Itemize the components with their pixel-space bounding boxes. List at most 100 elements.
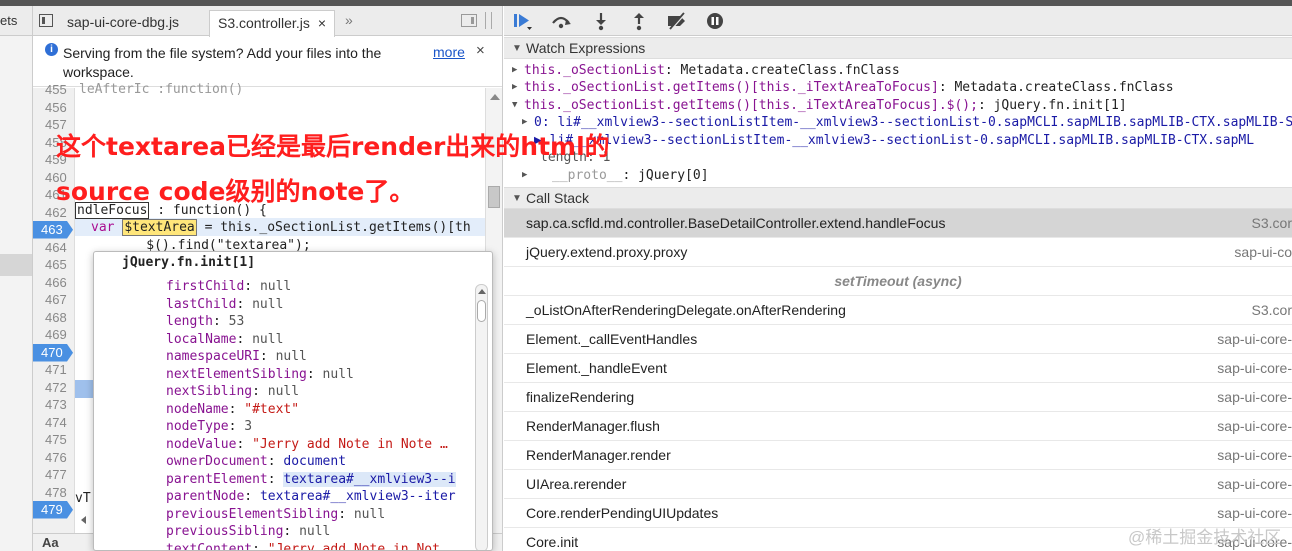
frame-location[interactable]: S3.cor <box>1252 296 1292 325</box>
close-icon[interactable]: × <box>318 15 326 31</box>
separator: : <box>664 63 681 78</box>
close-icon[interactable]: × <box>476 42 485 59</box>
call-frame[interactable]: Element._handleEvent sap-ui-core- <box>504 354 1292 383</box>
line-number[interactable]: 475 <box>33 431 73 449</box>
line-number[interactable]: 478 <box>33 484 73 502</box>
expand-arrow-icon[interactable]: ▶ <box>512 62 517 80</box>
step-into-icon[interactable] <box>590 11 612 31</box>
line-number[interactable]: 456 <box>33 99 73 117</box>
frame-function: UIArea.rerender <box>526 476 627 492</box>
line-number[interactable]: 466 <box>33 274 73 292</box>
call-frame[interactable]: RenderManager.flush sap-ui-core- <box>504 412 1292 441</box>
line-number[interactable]: 468 <box>33 309 73 327</box>
call-frame[interactable]: RenderManager.render sap-ui-core- <box>504 441 1292 470</box>
separator: : <box>228 419 245 434</box>
property-row[interactable]: textContent: "Jerry add Note in Not… <box>166 541 472 551</box>
call-frame[interactable]: sap.ca.scfld.md.controller.BaseDetailCon… <box>504 209 1292 238</box>
step-over-icon[interactable] <box>550 11 572 31</box>
frame-location[interactable]: sap-ui-core- <box>1217 412 1292 441</box>
resume-icon[interactable] <box>512 11 534 31</box>
watch-row[interactable]: ▶ this._oSectionList: Metadata.createClas… <box>504 62 1292 80</box>
separator: : <box>977 98 994 113</box>
property-row[interactable]: nodeValue: "Jerry add Note in Note … <box>166 436 472 454</box>
navigator-tab[interactable]: ets <box>0 6 32 36</box>
deactivate-breakpoints-icon[interactable] <box>666 11 688 31</box>
property-row[interactable]: previousSibling: null <box>166 523 472 541</box>
line-number[interactable]: 469 <box>33 326 73 344</box>
frame-location[interactable]: sap-ui-core- <box>1217 383 1292 412</box>
line-number[interactable]: 471 <box>33 361 73 379</box>
property-row[interactable]: nextElementSibling: null <box>166 366 472 384</box>
watch-child-row[interactable]: length: 1 <box>504 149 1292 167</box>
property-row[interactable]: ▶parentElement: textarea#__xmlview3--i <box>166 471 472 489</box>
tab-overflow-icon[interactable]: » <box>345 12 353 28</box>
property-value: null <box>275 349 307 364</box>
line-number[interactable]: 455 <box>33 81 73 99</box>
watch-child-row[interactable]: ▶ li#__xmlview3--sectionListItem-__xmlvi… <box>504 132 1292 150</box>
frame-location[interactable]: sap-ui-core- <box>1217 470 1292 499</box>
expand-arrow-icon[interactable]: ▶ <box>512 79 517 97</box>
pause-on-exceptions-icon[interactable] <box>704 11 726 31</box>
line-number[interactable]: 473 <box>33 396 73 414</box>
navigator-selected-row[interactable] <box>0 254 32 276</box>
font-toggle-button[interactable]: Aa <box>42 535 59 550</box>
line-number[interactable]: 465 <box>33 256 73 274</box>
property-value: "Jerry add Note in Not… <box>267 541 448 551</box>
property-row[interactable]: localName: null <box>166 331 472 349</box>
watch-child-row[interactable]: ▶ 0: li#__xmlview3--sectionListItem-__xml… <box>504 114 1292 132</box>
property-row[interactable]: nodeType: 3 <box>166 418 472 436</box>
line-number[interactable]: 467 <box>33 291 73 309</box>
call-frame[interactable]: _oListOnAfterRenderingDelegate.onAfterRe… <box>504 296 1292 325</box>
property-row[interactable]: namespaceURI: null <box>166 348 472 366</box>
frame-function: jQuery.extend.proxy.proxy <box>526 244 688 260</box>
more-link[interactable]: more <box>433 44 465 60</box>
frame-location[interactable]: sap-ui-core- <box>1217 325 1292 354</box>
breakpoint-line-number[interactable]: 463 <box>33 221 73 239</box>
call-stack-header[interactable]: ▼ Call Stack <box>504 187 1292 209</box>
code-line-455[interactable]: leAfterIc :function() <box>79 81 243 99</box>
property-row[interactable]: previousElementSibling: null <box>166 506 472 524</box>
property-row[interactable]: length: 53 <box>166 313 472 331</box>
line-number[interactable]: 477 <box>33 466 73 484</box>
call-frame[interactable]: Element._callEventHandles sap-ui-core- <box>504 325 1292 354</box>
property-row[interactable]: ▶parentNode: textarea#__xmlview3--iter <box>166 488 472 506</box>
line-number[interactable]: 474 <box>33 414 73 432</box>
property-row[interactable]: nextSibling: null <box>166 383 472 401</box>
property-row[interactable]: ▶ownerDocument: document <box>166 453 472 471</box>
call-frame[interactable]: jQuery.extend.proxy.proxy sap-ui-co <box>504 238 1292 267</box>
property-row[interactable]: firstChild: null <box>166 278 472 296</box>
frame-location[interactable]: sap-ui-core- <box>1217 441 1292 470</box>
watch-expressions-header[interactable]: ▼ Watch Expressions <box>504 37 1292 59</box>
property-row[interactable]: nodeName: "#text" <box>166 401 472 419</box>
property-value: null <box>299 524 331 539</box>
scroll-thumb[interactable] <box>477 300 486 322</box>
property-row[interactable]: lastChild: null <box>166 296 472 314</box>
breakpoint-line-number[interactable]: 470 <box>33 344 73 362</box>
scroll-up-icon[interactable] <box>478 289 486 294</box>
line-number[interactable]: 476 <box>33 449 73 467</box>
scroll-up-icon[interactable] <box>490 94 500 100</box>
code-line-478[interactable]: vT <box>75 490 91 508</box>
line-number[interactable]: 464 <box>33 239 73 257</box>
step-out-icon[interactable] <box>628 11 650 31</box>
call-frame[interactable]: UIArea.rerender sap-ui-core- <box>504 470 1292 499</box>
frame-location[interactable]: sap-ui-co <box>1234 238 1292 267</box>
frame-function: _oListOnAfterRenderingDelegate.onAfterRe… <box>526 302 846 318</box>
frame-location[interactable]: sap-ui-core- <box>1217 354 1292 383</box>
textarea-variable[interactable]: $textArea <box>122 219 197 236</box>
tab-s3-controller[interactable]: S3.controller.js × <box>209 10 336 37</box>
popover-scrollbar[interactable] <box>475 284 488 550</box>
breakpoint-line-number[interactable]: 479 <box>33 501 73 519</box>
call-frame[interactable]: finalizeRendering sap-ui-core- <box>504 383 1292 412</box>
collapse-arrow-icon[interactable]: ▼ <box>512 97 517 115</box>
frame-location[interactable]: S3.cor <box>1252 209 1292 238</box>
watch-child-row[interactable]: ▶ __proto__: jQuery[0] <box>504 167 1292 185</box>
watch-row[interactable]: ▼ this._oSectionList.getItems()[this._iTe… <box>504 97 1292 115</box>
watch-row[interactable]: ▶ this._oSectionList.getItems()[this._iTe… <box>504 79 1292 97</box>
scroll-left-icon[interactable] <box>81 516 86 524</box>
tab-sap-ui-core-dbg[interactable]: sap-ui-core-dbg.js <box>59 10 187 36</box>
toggle-navigator-icon[interactable] <box>39 14 53 27</box>
line-number[interactable]: 472 <box>33 379 73 397</box>
code-line-463[interactable]: var $textArea = this._oSectionList.getIt… <box>91 219 471 237</box>
toggle-debugger-icon[interactable] <box>461 14 477 27</box>
